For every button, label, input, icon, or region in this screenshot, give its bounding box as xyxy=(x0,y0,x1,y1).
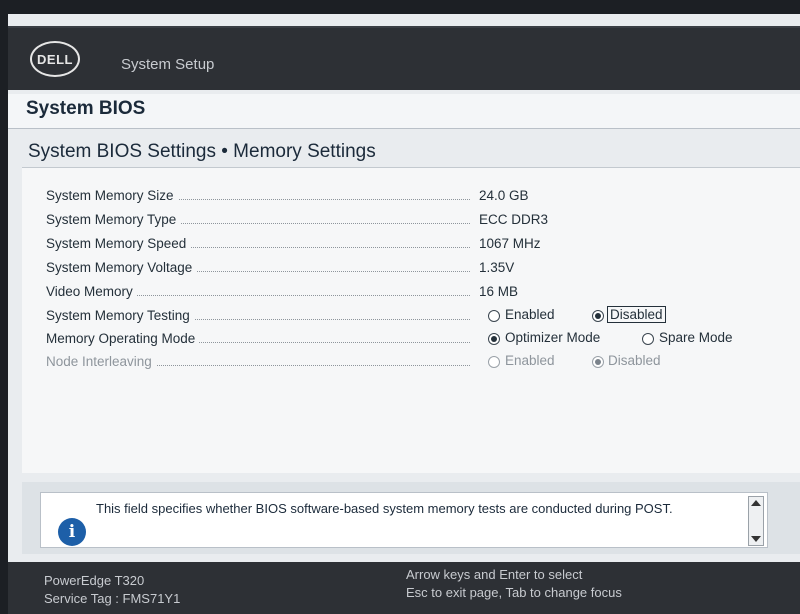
setting-row-memory-speed: System Memory Speed 1067 MHz xyxy=(22,234,800,256)
service-tag: Service Tag : FMS71Y1 xyxy=(44,591,181,606)
bios-screen: DELL System Setup System BIOS System BIO… xyxy=(8,14,800,614)
radio-node-interleaving-enabled xyxy=(488,356,500,368)
option-label-spare-mode[interactable]: Spare Mode xyxy=(659,330,733,345)
setting-value: 1067 MHz xyxy=(479,236,541,251)
setting-value: 1.35V xyxy=(479,260,515,275)
setting-row-memory-voltage: System Memory Voltage 1.35V xyxy=(22,258,800,280)
dell-logo: DELL xyxy=(30,41,80,77)
footer-bar: PowerEdge T320 Service Tag : FMS71Y1 Arr… xyxy=(8,562,800,614)
page-title: System BIOS xyxy=(26,98,146,119)
setting-row-node-interleaving: Node Interleaving Enabled Disabled xyxy=(22,352,800,374)
option-label-disabled: Disabled xyxy=(608,353,661,368)
radio-node-interleaving-disabled xyxy=(592,356,604,368)
setting-value: 24.0 GB xyxy=(479,188,529,203)
option-label-enabled: Enabled xyxy=(505,353,555,368)
header-bar: DELL System Setup xyxy=(8,26,800,90)
key-hint-select: Arrow keys and Enter to select xyxy=(406,567,583,582)
setting-label: Node Interleaving xyxy=(46,354,156,369)
radio-memory-testing-enabled[interactable] xyxy=(488,310,500,322)
setting-label: Memory Operating Mode xyxy=(46,331,200,346)
section-title: System BIOS Settings • Memory Settings xyxy=(28,141,376,162)
setting-label: System Memory Type xyxy=(46,212,181,227)
setting-row-memory-type: System Memory Type ECC DDR3 xyxy=(22,210,800,232)
setting-row-video-memory: Video Memory 16 MB xyxy=(22,282,800,304)
model-name: PowerEdge T320 xyxy=(44,573,145,588)
setting-row-memory-testing: System Memory Testing Enabled Disabled xyxy=(22,306,800,328)
option-label-optimizer-mode[interactable]: Optimizer Mode xyxy=(505,330,600,345)
help-scrollbar[interactable] xyxy=(748,496,764,546)
key-hint-exit: Esc to exit page, Tab to change focus xyxy=(406,585,622,600)
info-icon: i xyxy=(58,518,86,546)
setting-label: Video Memory xyxy=(46,284,137,299)
setting-label: System Memory Speed xyxy=(46,236,191,251)
scroll-down-arrow-icon[interactable] xyxy=(751,536,761,542)
option-label-enabled[interactable]: Enabled xyxy=(505,307,555,322)
setting-value: 16 MB xyxy=(479,284,519,299)
setting-row-operating-mode: Memory Operating Mode Optimizer Mode Spa… xyxy=(22,329,800,351)
radio-memory-testing-disabled[interactable] xyxy=(592,310,604,322)
help-text: This field specifies whether BIOS softwa… xyxy=(96,501,673,516)
setting-value: ECC DDR3 xyxy=(479,212,549,227)
option-label-disabled[interactable]: Disabled xyxy=(607,306,666,323)
setting-label: System Memory Voltage xyxy=(46,260,197,275)
setting-row-memory-size: System Memory Size 24.0 GB xyxy=(22,186,800,208)
app-title: System Setup xyxy=(121,56,215,73)
setting-label: System Memory Testing xyxy=(46,308,194,323)
settings-panel: System Memory Size 24.0 GB System Memory… xyxy=(22,168,800,473)
setting-label: System Memory Size xyxy=(46,188,178,203)
scroll-up-arrow-icon[interactable] xyxy=(751,500,761,506)
radio-optimizer-mode[interactable] xyxy=(488,333,500,345)
radio-spare-mode[interactable] xyxy=(642,333,654,345)
